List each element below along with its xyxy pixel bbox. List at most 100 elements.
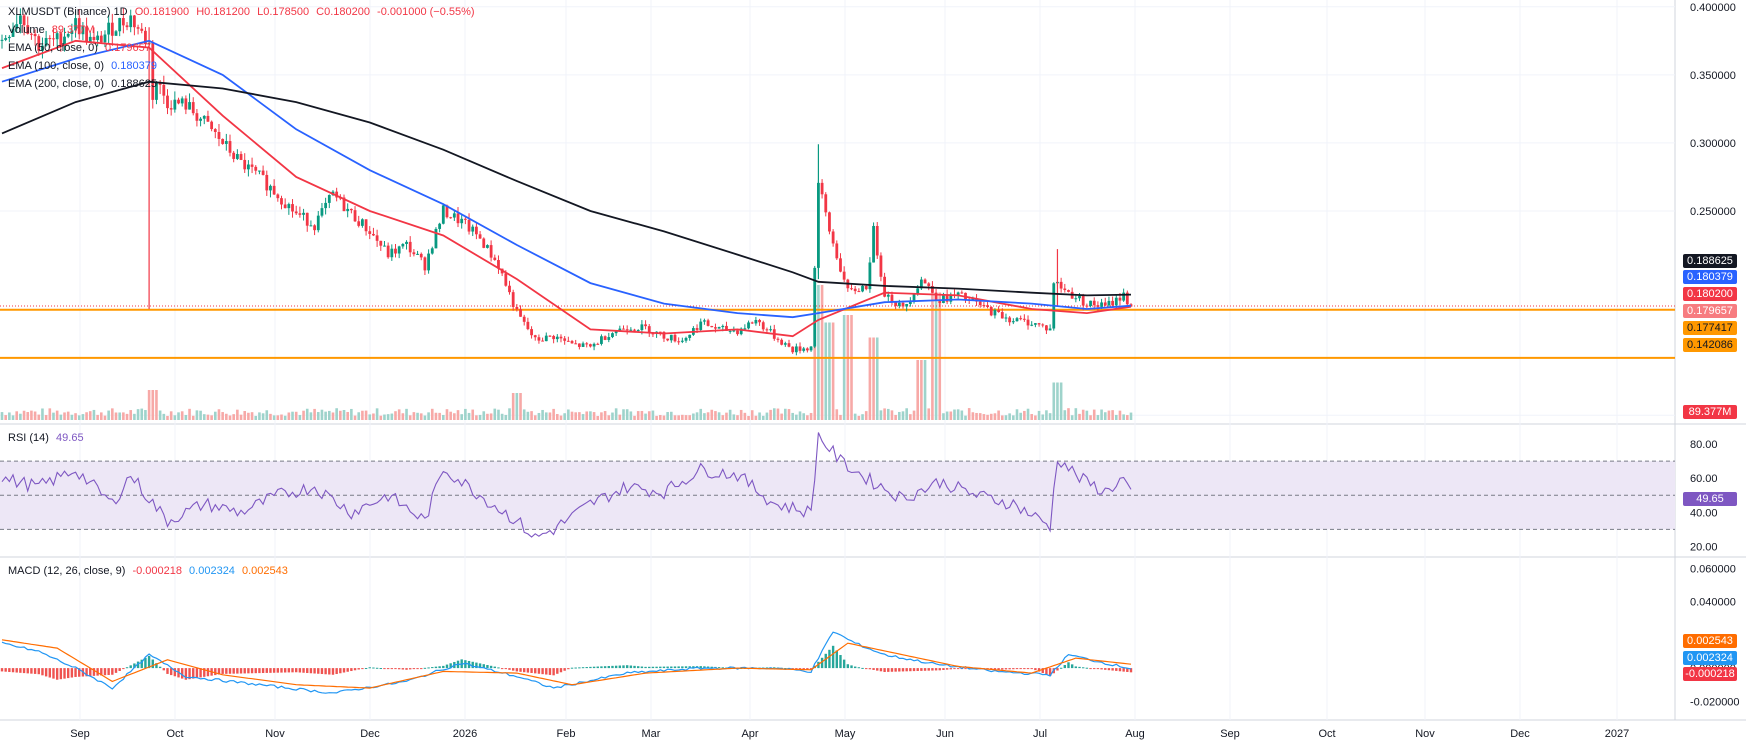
macd-histogram-bar (331, 668, 335, 675)
macd-histogram-bar (1081, 667, 1085, 669)
trading-chart[interactable]: 0.4000000.3500000.3000000.2500000.100000… (0, 0, 1746, 748)
macd-legend[interactable]: MACD (12, 26, close, 9) -0.000218 0.0023… (8, 563, 292, 579)
candle-body (1037, 323, 1041, 325)
rsi-pane[interactable] (0, 432, 1675, 538)
volume-bar (155, 390, 158, 420)
volume-bar (640, 410, 644, 420)
macd-histogram-bar (868, 668, 872, 670)
macd-histogram-bar (247, 668, 250, 674)
macd-histogram-bar (1085, 667, 1089, 669)
macd-histogram-bar (144, 657, 147, 669)
volume-bar (861, 414, 864, 420)
macd-histogram-bar (125, 667, 129, 669)
volume-bar (526, 411, 530, 420)
macd-histogram-bar (276, 668, 280, 673)
macd-histogram-bar (269, 668, 272, 673)
volume-bar (239, 414, 243, 420)
macd-histogram-bar (717, 667, 721, 669)
candle-body (566, 340, 570, 342)
candle-body (467, 219, 471, 232)
macd-histogram-bar (8, 668, 11, 672)
candle-body (541, 340, 544, 342)
volume-bar (625, 409, 629, 420)
volume-bar (971, 412, 975, 420)
macd-histogram-bar (934, 668, 938, 671)
volume-bar (122, 412, 125, 420)
candle-body (287, 204, 291, 209)
volume-bar (714, 411, 717, 420)
ema100-legend[interactable]: EMA (100, close, 0) 0.180379 (8, 58, 161, 74)
volume-bar (140, 408, 144, 420)
volume-bar (875, 337, 879, 420)
macd-histogram-bar (1070, 664, 1074, 669)
candle-body (872, 225, 875, 263)
macd-histogram-bar (195, 668, 199, 679)
volume-bar (70, 414, 74, 420)
volume-bar (423, 415, 427, 420)
volume-bar (96, 414, 99, 420)
macd-histogram-bar (26, 668, 29, 674)
volume-bar (37, 414, 41, 420)
volume-bar (710, 409, 714, 420)
volume-bar (618, 414, 622, 420)
candle-body (1045, 325, 1048, 331)
candle-body (1085, 305, 1089, 307)
candle-body (666, 338, 670, 341)
price-axis[interactable]: 0.4000000.3500000.3000000.2500000.100000… (1690, 2, 1740, 709)
candle-body (114, 31, 118, 36)
candle-body (677, 341, 681, 343)
volume-bar (236, 409, 239, 420)
symbol-title[interactable]: XLMUSDT (Binance) 1D (8, 6, 128, 18)
macd-histogram-bar (637, 666, 640, 669)
volume-bar (350, 408, 353, 420)
macd-histogram-bar (850, 665, 853, 669)
volume-legend[interactable]: Volume 89.377M (8, 22, 99, 38)
tag-support1: 0.177417 (1683, 321, 1737, 335)
candle-body (265, 174, 269, 191)
ema50-label: EMA (50, close, 0) (8, 42, 98, 54)
ema200-value: 0.188625 (111, 78, 157, 90)
macd-histogram-bar (942, 668, 945, 670)
candle-body (743, 328, 747, 330)
candle-body (548, 335, 552, 337)
candle-body (1100, 302, 1103, 307)
volume-bar (287, 412, 291, 420)
rsi-legend[interactable]: RSI (14) 49.65 (8, 430, 88, 446)
candle-body (162, 84, 166, 96)
price-pane[interactable] (0, 7, 1675, 420)
volume-bar (1034, 415, 1037, 420)
time-axis[interactable]: Sep Oct Nov Dec 2026 Feb Mar Apr May Jun Jul Aug Sep… (70, 728, 1629, 740)
macd-histogram-bar (320, 668, 324, 675)
ema50-legend[interactable]: EMA (50, close, 0) 0.179657 (8, 40, 155, 56)
volume-bar (942, 413, 945, 420)
candle-body (419, 253, 423, 258)
macd-histogram-bar (361, 668, 364, 670)
ema200-legend[interactable]: EMA (200, close, 0) 0.188625 (8, 76, 161, 92)
candle-body (673, 334, 677, 342)
candle-body (905, 304, 909, 307)
candle-body (1022, 318, 1026, 320)
macd-histogram-bar (497, 667, 500, 669)
macd-histogram-bar (556, 668, 559, 674)
macd-histogram-bar (644, 666, 647, 669)
candle-body (1011, 321, 1015, 323)
candle-body (202, 115, 206, 119)
volume-bar (129, 410, 133, 420)
candle-body (463, 218, 467, 220)
candle-body (1107, 300, 1111, 306)
macd-histogram-bar (666, 666, 669, 669)
tag-volume: 89.377M (1683, 405, 1737, 419)
volume-bar (592, 412, 596, 420)
macd-histogram-bar (317, 668, 320, 674)
macd-histogram-bar (953, 668, 956, 670)
volume-bar (92, 409, 96, 420)
rsi-tick-label: 60.00 (1690, 473, 1718, 485)
macd-histogram-bar (625, 665, 629, 669)
volume-bar (945, 411, 949, 420)
candle-body (250, 164, 254, 167)
candle-body (886, 294, 890, 297)
candle-body (750, 322, 754, 324)
volume-bar (879, 410, 883, 420)
volume-bar (147, 390, 151, 420)
candle-body (368, 231, 372, 234)
